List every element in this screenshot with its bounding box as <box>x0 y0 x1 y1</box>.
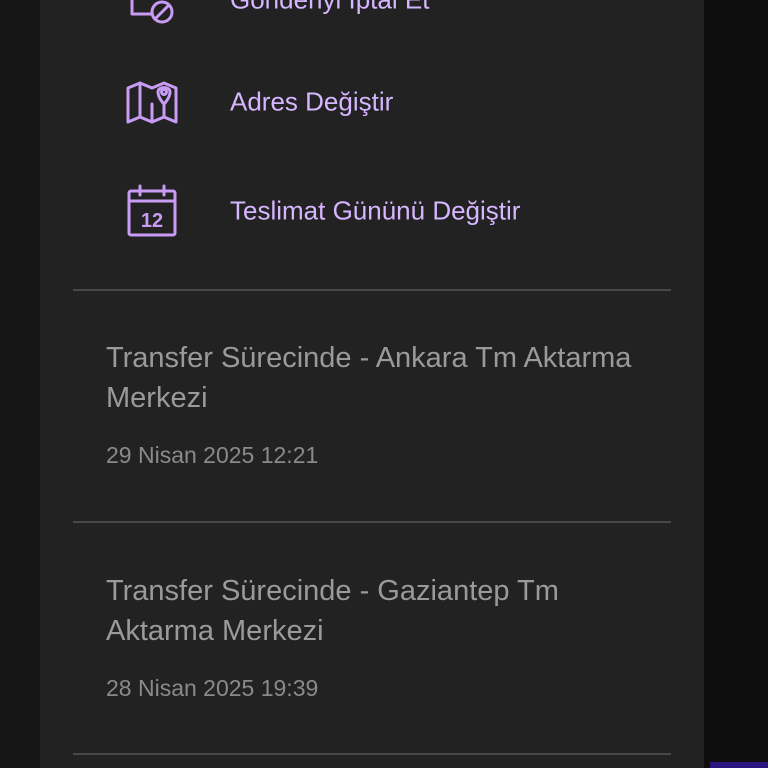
event-title: Transfer Sürecinde - Ankara Tm Aktarma M… <box>106 342 632 414</box>
shipment-detail-panel[interactable]: Gönderiyi İptal Et Adres Değiştir <box>40 0 704 768</box>
tracking-event: Transfer Sürecinde - Ankara Tm Aktarma M… <box>106 338 646 470</box>
cancel-shipment-icon <box>124 0 180 28</box>
accent-bar <box>710 762 768 768</box>
action-label: Gönderiyi İptal Et <box>230 0 429 16</box>
event-time: 29 Nisan 2025 12:21 <box>106 442 319 468</box>
calendar-day-number: 12 <box>141 210 163 232</box>
action-label: Teslimat Gününü Değiştir <box>230 195 521 226</box>
divider <box>73 521 671 523</box>
divider <box>73 753 671 755</box>
screen: Gönderiyi İptal Et Adres Değiştir <box>0 0 768 768</box>
action-label: Adres Değiştir <box>230 86 394 117</box>
calendar-icon: 12 <box>124 183 180 239</box>
action-change-address[interactable]: Adres Değiştir <box>40 67 704 137</box>
action-cancel-shipment[interactable]: Gönderiyi İptal Et <box>40 0 704 35</box>
map-pin-icon <box>124 74 180 130</box>
event-time: 28 Nisan 2025 19:39 <box>106 675 319 701</box>
side-backdrop <box>704 0 768 768</box>
action-change-delivery-day[interactable]: 12 Teslimat Gününü Değiştir <box>40 176 704 246</box>
event-title: Transfer Sürecinde - Gaziantep Tm Aktarm… <box>106 575 559 647</box>
divider <box>73 289 671 291</box>
tracking-event: Transfer Sürecinde - Gaziantep Tm Aktarm… <box>106 571 646 703</box>
